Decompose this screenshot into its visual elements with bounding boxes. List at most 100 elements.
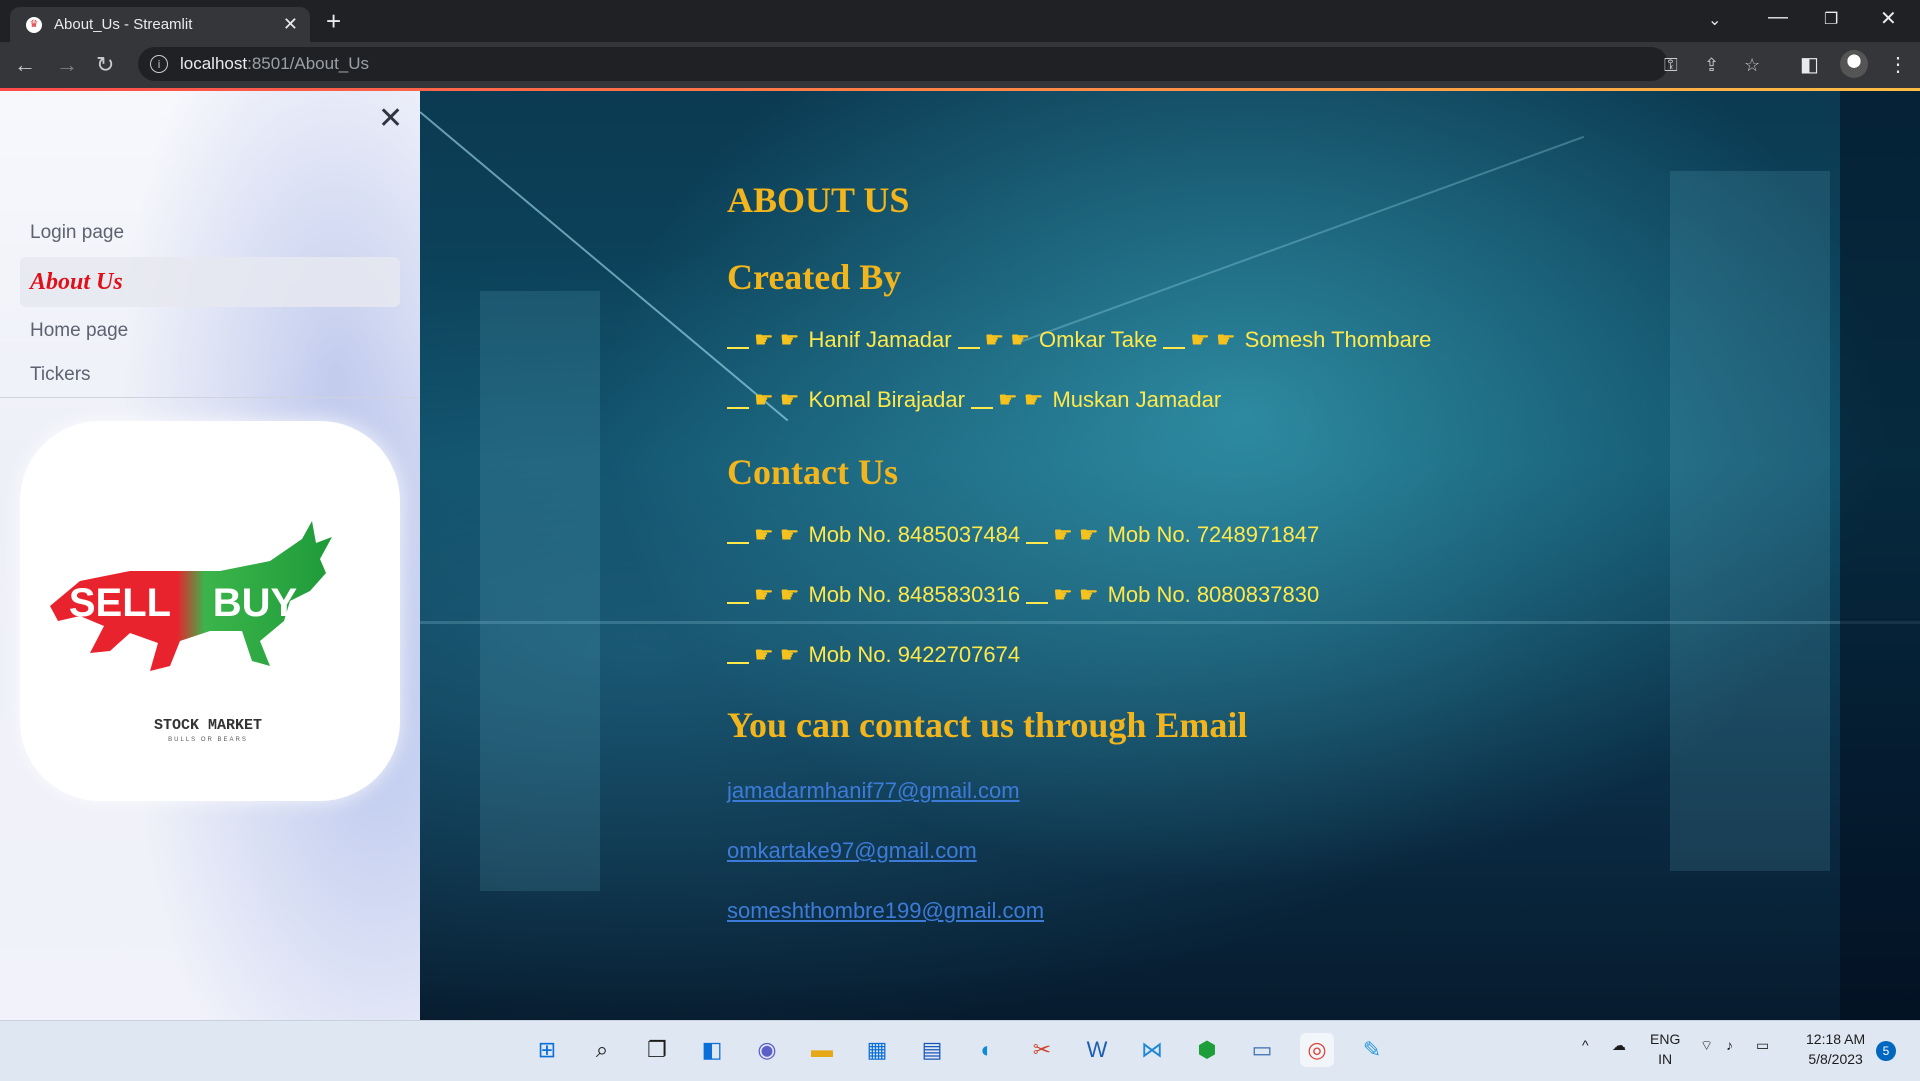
forward-icon[interactable]: → (56, 52, 78, 78)
task-view-icon[interactable]: ❐ (640, 1033, 674, 1067)
email-link-hanif[interactable]: jamadarmhanif77@gmail.com (727, 778, 1020, 804)
word-icon[interactable]: W (1080, 1033, 1114, 1067)
contact-us-heading: Contact Us (727, 452, 898, 492)
profile-avatar[interactable] (1840, 50, 1868, 78)
key-icon[interactable]: ⚿ (1664, 55, 1678, 76)
sidebar-nav: Login page About Us Home page Tickers (20, 211, 400, 397)
tab-search-icon[interactable]: ⌄ (1708, 10, 1721, 30)
email-link-omkar[interactable]: omkartake97@gmail.com (727, 838, 977, 864)
start-windows-icon[interactable]: ⊞ (530, 1033, 564, 1067)
address-bar[interactable]: i localhost:8501/About_Us ⚿ ⇪ ☆ (138, 47, 1760, 81)
browser-tab-bar: ♛ About_Us - Streamlit ✕ + ⌄ — ❐ ✕ (0, 0, 1920, 42)
bull-logo-image: SELL BUY STOCK MARKET BULLS OR BEARS (50, 521, 332, 743)
edge-icon[interactable]: ◐ (970, 1033, 1004, 1067)
phones-row-1: ☛ ☛ Mob No. 8485037484 ☛ ☛ Mob No. 7248971… (727, 522, 1325, 548)
paint-icon[interactable]: ✎ (1355, 1033, 1389, 1067)
bookmark-star-icon[interactable]: ☆ (1744, 55, 1760, 76)
pointing-hand-icon: ☛ (754, 642, 774, 668)
chat-icon[interactable]: ◉ (750, 1033, 784, 1067)
pointing-hand-icon: ☛ (997, 387, 1018, 413)
pointing-hand-icon: ☛ (1078, 582, 1099, 608)
file-explorer-icon[interactable]: ▬ (805, 1033, 839, 1067)
tab-title: About_Us - Streamlit (54, 16, 193, 33)
streamlit-favicon-icon: ♛ (26, 16, 42, 33)
phones-row-3: ☛ ☛ Mob No. 9422707674 (727, 642, 1026, 668)
volume-icon[interactable]: ♪ (1726, 1037, 1733, 1053)
site-info-icon[interactable]: i (150, 55, 168, 73)
address-url: localhost:8501/About_Us (180, 54, 370, 73)
chrome-icon[interactable]: ◎ (1300, 1033, 1334, 1067)
close-tab-icon[interactable]: ✕ (283, 14, 298, 35)
battery-icon[interactable]: ▭ (1756, 1037, 1769, 1054)
pointing-hand-icon: ☛ (1190, 327, 1210, 353)
pointing-hand-icon: ☛ (779, 582, 800, 608)
email-heading: You can contact us through Email (727, 705, 1248, 745)
remote-desktop-icon[interactable]: ▭ (1245, 1033, 1279, 1067)
created-by-heading: Created By (727, 257, 902, 297)
browser-tab[interactable]: ♛ About_Us - Streamlit ✕ (10, 7, 310, 42)
page-title: ABOUT US (727, 180, 910, 220)
snipping-tool-icon[interactable]: ✂ (1025, 1033, 1059, 1067)
pointing-hand-icon: ☛ (1215, 327, 1236, 353)
pointing-hand-icon: ☛ (1053, 522, 1073, 548)
notification-badge[interactable]: 5 (1876, 1041, 1896, 1061)
windows-taskbar: ⊞ ⌕ ❐ ◧ ◉ ▬ ▦ ▤ ◐ ✂ W ⋈ ⬢ ▭ ◎ ✎ ^ ☁ ENG I… (0, 1020, 1920, 1081)
pointing-hand-icon: ☛ (754, 582, 774, 608)
pointing-hand-icon: ☛ (984, 327, 1005, 353)
widgets-icon[interactable]: ◧ (695, 1033, 729, 1067)
sidebar-item-login[interactable]: Login page (20, 211, 400, 255)
pointing-hand-icon: ☛ (754, 522, 774, 548)
git-icon[interactable]: ⬢ (1190, 1033, 1224, 1067)
creators-row-1: ☛ ☛ Hanif Jamadar ☛ ☛ Omkar Take ☛ ☛ Somesh… (727, 327, 1437, 353)
page-viewport: ✕ Login page About Us Home page Tickers (0, 91, 1920, 1020)
sidebar: ✕ Login page About Us Home page Tickers (0, 91, 421, 1020)
restore-button[interactable]: ❐ (1824, 9, 1838, 29)
show-hidden-icons-icon[interactable]: ^ (1582, 1037, 1589, 1053)
email-link-somesh[interactable]: someshthombre199@gmail.com (727, 898, 1044, 924)
svg-text:STOCK MARKET: STOCK MARKET (154, 717, 262, 734)
wifi-icon[interactable]: ⌔ (1700, 1037, 1713, 1055)
svg-text:SELL: SELL (69, 581, 171, 625)
minimize-button[interactable]: — (1768, 6, 1788, 29)
onedrive-icon[interactable]: ☁ (1612, 1037, 1626, 1054)
bg-shadow (1840, 91, 1920, 1020)
creators-row-2: ☛ ☛ Komal Birajadar ☛ ☛ Muskan Jamadar (727, 387, 1227, 413)
new-tab-button[interactable]: + (326, 6, 341, 37)
bg-server-rack (1670, 171, 1830, 871)
pointing-hand-icon: ☛ (754, 327, 774, 353)
share-icon[interactable]: ⇪ (1704, 55, 1719, 76)
reload-icon[interactable]: ↻ (96, 52, 114, 78)
svg-text:BUY: BUY (213, 581, 298, 625)
bg-light-streak (1019, 135, 1585, 343)
back-icon[interactable]: ← (14, 52, 36, 78)
sidebar-item-tickers[interactable]: Tickers (20, 353, 400, 397)
menu-icon[interactable]: ⋮ (1888, 52, 1908, 77)
pointing-hand-icon: ☛ (1023, 387, 1044, 413)
close-window-button[interactable]: ✕ (1880, 6, 1897, 31)
main-content: ABOUT US Created By ☛ ☛ Hanif Jamadar ☛ ☛ … (420, 91, 1920, 1020)
browser-toolbar: ← → ↻ i localhost:8501/About_Us ⚿ ⇪ ☆ ◧ … (0, 42, 1920, 88)
side-panel-icon[interactable]: ◧ (1800, 52, 1819, 77)
pointing-hand-icon: ☛ (779, 327, 800, 353)
pointing-hand-icon: ☛ (1053, 582, 1073, 608)
pointing-hand-icon: ☛ (1078, 522, 1099, 548)
sidebar-item-home[interactable]: Home page (20, 309, 400, 353)
search-icon[interactable]: ⌕ (585, 1033, 619, 1067)
pointing-hand-icon: ☛ (754, 387, 774, 413)
pointing-hand-icon: ☛ (779, 522, 800, 548)
language-indicator[interactable]: ENG IN (1650, 1029, 1680, 1069)
svg-text:BULLS OR BEARS: BULLS OR BEARS (168, 737, 248, 743)
vscode-icon[interactable]: ⋈ (1135, 1033, 1169, 1067)
notepad-icon[interactable]: ▤ (915, 1033, 949, 1067)
microsoft-store-icon[interactable]: ▦ (860, 1033, 894, 1067)
phones-row-2: ☛ ☛ Mob No. 8485830316 ☛ ☛ Mob No. 8080837… (727, 582, 1325, 608)
stock-market-logo: SELL BUY STOCK MARKET BULLS OR BEARS (20, 421, 400, 801)
sidebar-item-about[interactable]: About Us (20, 257, 400, 307)
pointing-hand-icon: ☛ (1010, 327, 1031, 353)
pointing-hand-icon: ☛ (779, 387, 800, 413)
bg-server-rack (480, 291, 600, 891)
pointing-hand-icon: ☛ (779, 642, 800, 668)
sidebar-divider (0, 397, 420, 398)
system-clock[interactable]: 12:18 AM 5/8/2023 (1806, 1029, 1865, 1069)
close-sidebar-icon[interactable]: ✕ (378, 101, 403, 136)
